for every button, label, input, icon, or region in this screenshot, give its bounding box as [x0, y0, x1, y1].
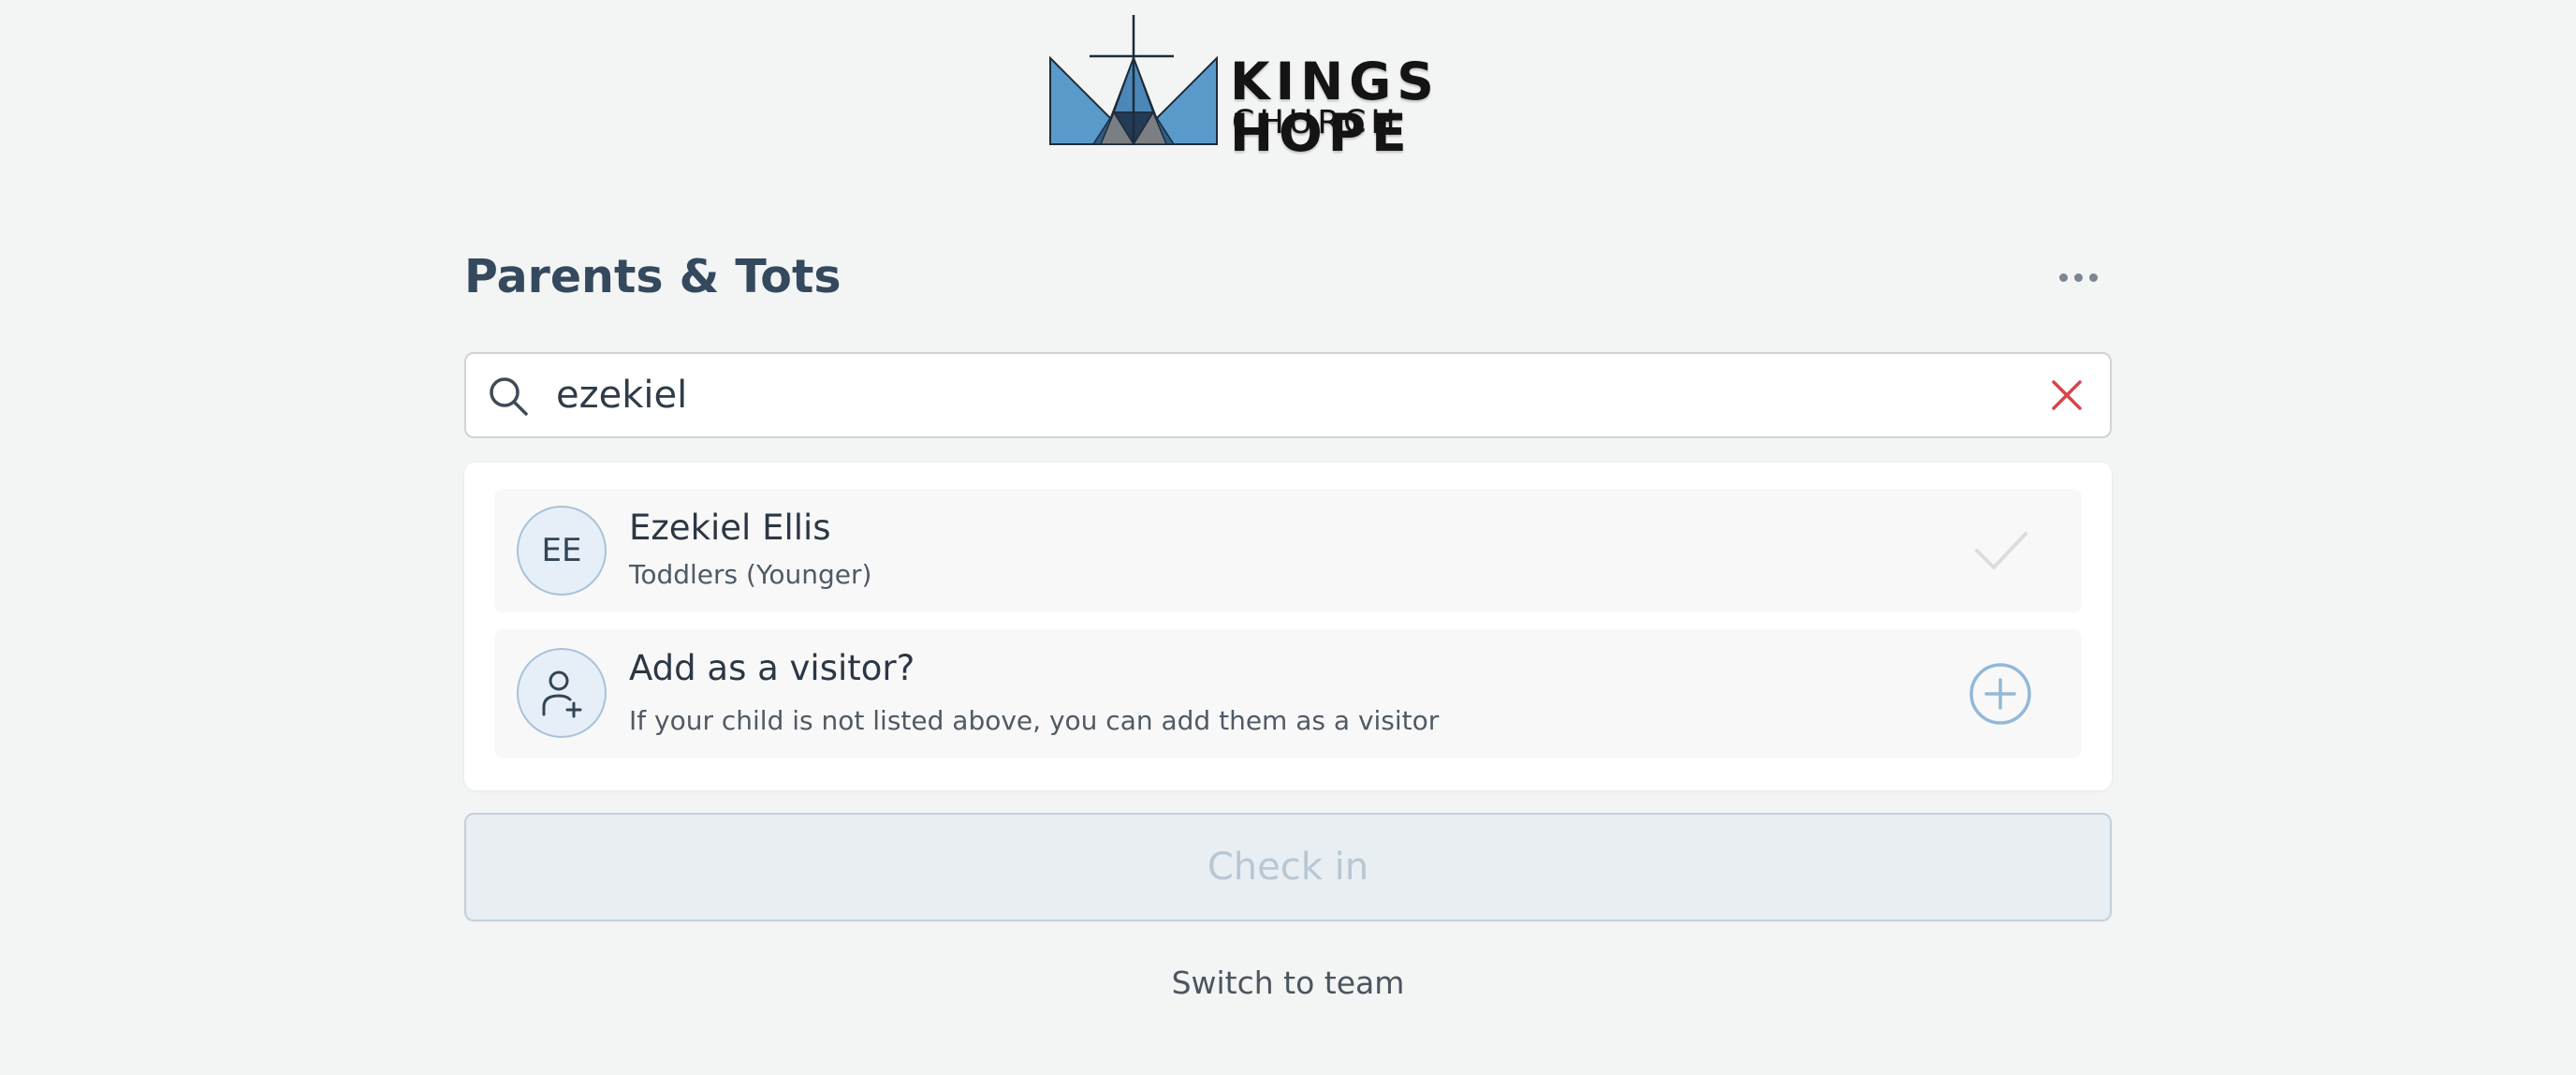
more-horizontal-icon — [2058, 272, 2068, 282]
add-circle-icon[interactable] — [1968, 661, 2033, 727]
check-icon[interactable] — [1971, 526, 2031, 575]
page-title: Parents & Tots — [464, 250, 842, 303]
church-logo: KINGS HOPE CHURCH — [1046, 15, 1533, 159]
brand-name-line2: CHURCH — [1232, 104, 1400, 141]
add-user-icon — [517, 648, 607, 738]
switch-to-team-link[interactable]: Switch to team — [464, 963, 2112, 1004]
more-options-button[interactable] — [2050, 253, 2106, 302]
crown-cross-logo-icon — [1049, 15, 1218, 146]
list-item-child[interactable]: EE Ezekiel Ellis Toddlers (Younger) — [494, 489, 2082, 612]
visitor-description: If your child is not listed above, you c… — [629, 705, 1440, 736]
add-visitor-row[interactable]: Add as a visitor? If your child is not l… — [494, 629, 2082, 758]
avatar: EE — [517, 506, 607, 596]
checkin-button[interactable]: Check in — [464, 813, 2112, 921]
title-row: Parents & Tots — [464, 234, 2112, 318]
close-icon[interactable] — [2046, 375, 2087, 416]
search-box — [464, 352, 2112, 438]
checkin-panel: Parents & Tots EE Ezekiel Ellis Toddlers… — [464, 234, 2112, 1001]
visitor-title: Add as a visitor? — [629, 648, 915, 688]
search-icon — [490, 377, 528, 416]
child-group: Toddlers (Younger) — [629, 559, 872, 590]
results-list: EE Ezekiel Ellis Toddlers (Younger) Add … — [464, 463, 2112, 790]
child-name: Ezekiel Ellis — [629, 508, 831, 548]
search-input[interactable] — [556, 361, 1960, 429]
